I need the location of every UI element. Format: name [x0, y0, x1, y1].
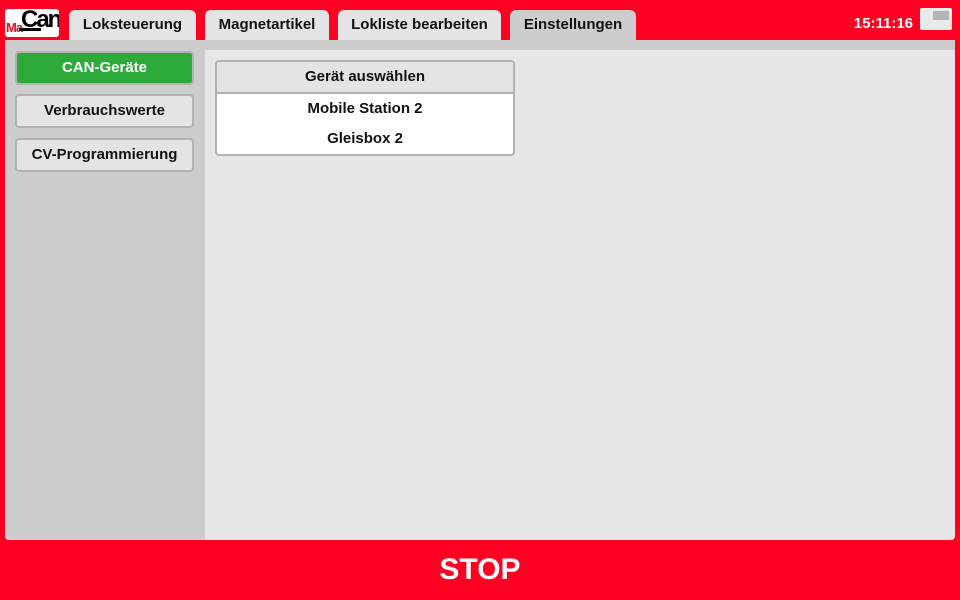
device-selector: Gerät auswählen Mobile Station 2 Gleisbo… — [215, 60, 515, 156]
content-area: CAN-Geräte Verbrauchswerte CV-Programmie… — [5, 40, 955, 540]
sidebar-item-cv-programmierung[interactable]: CV-Programmierung — [15, 138, 194, 172]
device-item-mobile-station-2[interactable]: Mobile Station 2 — [217, 94, 513, 124]
tab-loksteuerung[interactable]: Loksteuerung — [69, 10, 196, 40]
stop-button[interactable]: STOP — [380, 540, 580, 600]
device-selector-header: Gerät auswählen — [217, 62, 513, 94]
sidebar-item-verbrauchswerte[interactable]: Verbrauchswerte — [15, 94, 194, 128]
clock: 15:11:16 — [853, 15, 913, 32]
tab-lokliste-bearbeiten[interactable]: Lokliste bearbeiten — [338, 10, 501, 40]
main-panel: Gerät auswählen Mobile Station 2 Gleisbo… — [205, 50, 955, 540]
tab-einstellungen[interactable]: Einstellungen — [510, 10, 636, 40]
top-bar: Ma Can Loksteuerung Magnetartikel Loklis… — [0, 0, 960, 40]
screen-icon[interactable] — [920, 8, 952, 30]
sidebar: CAN-Geräte Verbrauchswerte CV-Programmie… — [5, 40, 205, 540]
sidebar-item-can-geraete[interactable]: CAN-Geräte — [15, 51, 194, 85]
tab-magnetartikel[interactable]: Magnetartikel — [205, 10, 329, 40]
bottom-bar: STOP — [0, 540, 960, 600]
logo-track-mark — [19, 28, 41, 33]
app-logo: Ma Can — [5, 9, 59, 37]
device-item-gleisbox-2[interactable]: Gleisbox 2 — [217, 124, 513, 154]
